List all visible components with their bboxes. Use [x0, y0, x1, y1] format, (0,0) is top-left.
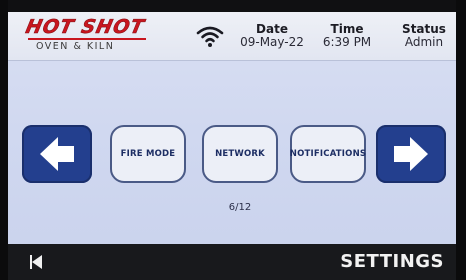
touch-screen: HOT SHOT OVEN & KILN Date 09-May-22 Time… — [8, 12, 456, 280]
screen-title: SETTINGS — [340, 251, 444, 272]
date-display: Date 09-May-22 — [236, 23, 308, 49]
next-page-button[interactable] — [376, 125, 446, 183]
arrow-left-icon — [40, 137, 74, 171]
network-button[interactable]: NETWORK — [202, 125, 278, 183]
logo-wordmark: HOT SHOT — [23, 16, 147, 39]
date-value: 09-May-22 — [240, 35, 304, 49]
fire-mode-button[interactable]: FIRE MODE — [110, 125, 186, 183]
page-indicator: 6/12 — [228, 202, 252, 213]
time-value: 6:39 PM — [322, 35, 372, 49]
previous-page-button[interactable] — [22, 125, 92, 183]
brand-logo: HOT SHOT OVEN & KILN — [23, 16, 150, 54]
back-triangle-icon[interactable] — [30, 254, 44, 270]
footer-bar: SETTINGS — [8, 244, 456, 280]
arrow-right-icon — [394, 137, 428, 171]
wifi-icon — [196, 24, 224, 48]
notifications-button[interactable]: NOTIFICATIONS — [290, 125, 366, 183]
device-bezel-left — [0, 0, 8, 280]
status-value: Admin — [404, 35, 444, 49]
device-bezel-top — [0, 0, 466, 12]
logo-underline — [28, 38, 146, 40]
time-display: Time 6:39 PM — [316, 23, 378, 49]
header-bar: HOT SHOT OVEN & KILN Date 09-May-22 Time… — [8, 12, 456, 61]
status-display: Status Admin — [396, 23, 452, 49]
logo-subtitle: OVEN & KILN — [36, 41, 115, 52]
device-bezel-right — [456, 0, 466, 280]
